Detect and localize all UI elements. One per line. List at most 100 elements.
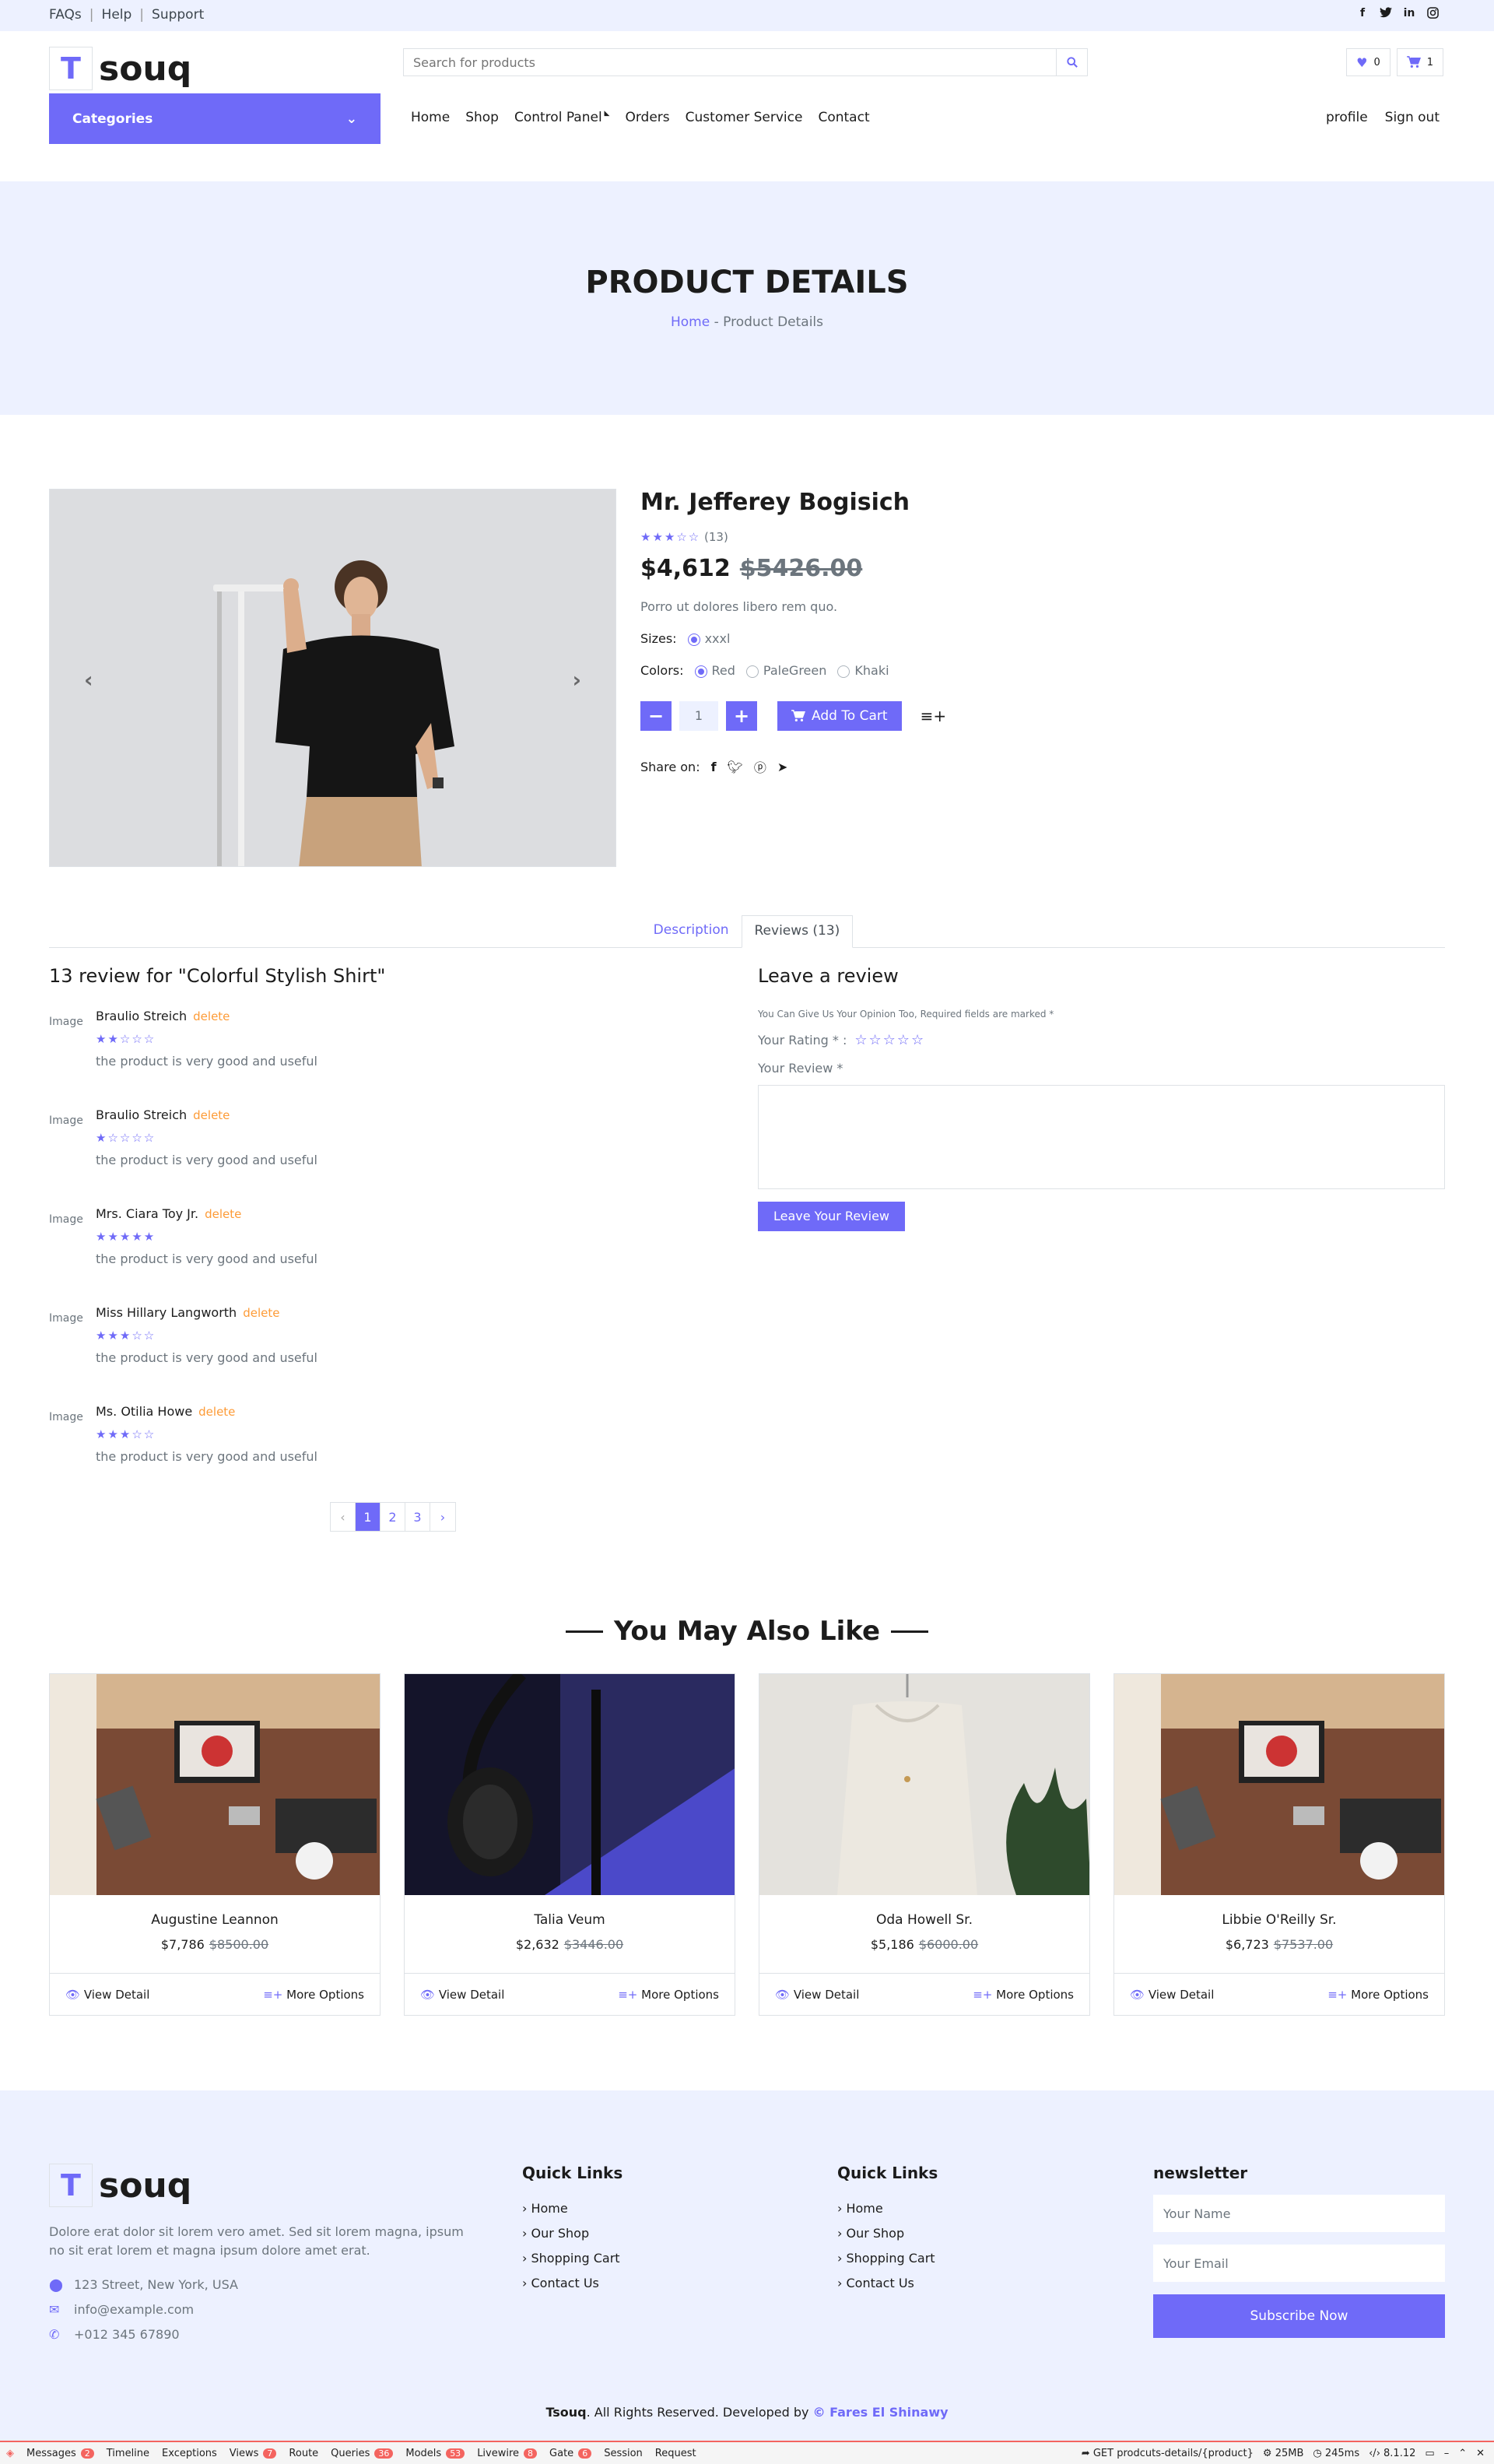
newsletter-name-input[interactable]: Your Name <box>1153 2195 1445 2232</box>
cart-button[interactable]: 1 <box>1396 48 1443 76</box>
leave-review-button[interactable]: Leave Your Review <box>758 1202 906 1231</box>
page-1[interactable]: 1 <box>356 1503 381 1531</box>
page-next[interactable]: › <box>430 1503 455 1531</box>
carousel-prev-icon[interactable]: ‹ <box>84 667 93 693</box>
nav-contact[interactable]: Contact <box>818 110 869 125</box>
product-card-image[interactable] <box>759 1674 1089 1895</box>
telegram-icon[interactable]: ➤ <box>777 760 787 774</box>
debug-tab-request[interactable]: Request <box>649 2442 703 2464</box>
quantity-plus-button[interactable]: + <box>726 701 757 731</box>
debug-tab-models[interactable]: Models 53 <box>399 2442 471 2464</box>
debug-tab-messages[interactable]: Messages 2 <box>20 2442 100 2464</box>
product-card-name[interactable]: Libbie O'Reilly Sr. <box>1114 1912 1444 1928</box>
help-link[interactable]: Help <box>102 7 132 23</box>
page-3[interactable]: 3 <box>405 1503 430 1531</box>
debug-tab-timeline[interactable]: Timeline <box>100 2442 156 2464</box>
wishlist-button[interactable]: ♥ 0 <box>1346 48 1391 76</box>
newsletter-email-input[interactable]: Your Email <box>1153 2245 1445 2282</box>
product-card-name[interactable]: Augustine Leannon <box>50 1912 380 1928</box>
footer-link-shop[interactable]: › Our Shop <box>522 2226 756 2245</box>
footer-link-contact[interactable]: › Contact Us <box>837 2276 1071 2294</box>
nav-shop[interactable]: Shop <box>465 110 499 125</box>
product-card-name[interactable]: Talia Veum <box>405 1912 735 1928</box>
color-radio[interactable] <box>745 665 759 678</box>
more-options-button[interactable]: ≡+ More Options <box>1327 1988 1429 2002</box>
delete-review-link[interactable]: delete <box>243 1306 279 1320</box>
debug-tab-session[interactable]: Session <box>598 2442 649 2464</box>
size-radio[interactable] <box>687 633 700 646</box>
twitter-icon[interactable] <box>1379 7 1393 21</box>
facebook-icon[interactable]: f <box>1355 7 1370 21</box>
delete-review-link[interactable]: delete <box>193 1108 230 1122</box>
laravel-icon[interactable]: ◈ <box>0 2442 20 2464</box>
tab-description[interactable]: Description <box>641 915 742 947</box>
linkedin-icon[interactable]: in <box>1402 7 1416 21</box>
rating-input-stars[interactable]: ☆☆☆☆☆ <box>854 1032 925 1048</box>
page-2[interactable]: 2 <box>381 1503 405 1531</box>
nav-customer-service[interactable]: Customer Service <box>686 110 803 125</box>
pinterest-icon[interactable]: ⓟ <box>754 757 766 776</box>
debug-tab-livewire[interactable]: Livewire 8 <box>471 2442 543 2464</box>
debug-tab-route[interactable]: Route <box>282 2442 324 2464</box>
add-to-cart-button[interactable]: Add To Cart <box>777 701 902 731</box>
delete-review-link[interactable]: delete <box>205 1207 241 1221</box>
footer-link-home[interactable]: › Home <box>837 2201 1071 2220</box>
page-prev[interactable]: ‹ <box>331 1503 356 1531</box>
footer-logo[interactable]: T souq <box>49 2164 191 2207</box>
view-detail-button[interactable]: 👁︎ View Detail <box>420 1988 504 2002</box>
debug-tab-exceptions[interactable]: Exceptions <box>156 2442 223 2464</box>
chevron-up-icon[interactable]: ⌃ <box>1458 2448 1467 2459</box>
more-options-button[interactable]: ≡+ More Options <box>618 1988 719 2002</box>
delete-review-link[interactable]: delete <box>193 1009 230 1023</box>
faqs-link[interactable]: FAQs <box>49 7 82 23</box>
carousel-next-icon[interactable]: › <box>572 667 581 693</box>
debug-tab-views[interactable]: Views 7 <box>223 2442 283 2464</box>
footer-link-home[interactable]: › Home <box>522 2201 756 2220</box>
minimize-icon[interactable]: – <box>1444 2448 1450 2459</box>
color-radio[interactable] <box>837 665 850 678</box>
sign-out-link[interactable]: Sign out <box>1385 110 1440 125</box>
debug-tab-gate[interactable]: Gate 6 <box>543 2442 598 2464</box>
nav-control-panel[interactable]: Control Panel ◣ <box>514 110 610 125</box>
facebook-icon[interactable]: f <box>711 760 717 774</box>
color-option-khaki[interactable]: Khaki <box>837 663 889 678</box>
product-card-image[interactable] <box>50 1674 380 1895</box>
more-options-button[interactable]: ≡+ More Options <box>263 1988 364 2002</box>
search-input[interactable] <box>404 49 1056 75</box>
nav-orders[interactable]: Orders <box>625 110 669 125</box>
footer-link-shop[interactable]: › Our Shop <box>837 2226 1071 2245</box>
add-to-list-icon[interactable]: ≡+ <box>921 707 947 725</box>
support-link[interactable]: Support <box>152 7 204 23</box>
profile-link[interactable]: profile <box>1326 110 1368 125</box>
tab-reviews[interactable]: Reviews (13) <box>741 915 854 948</box>
more-options-button[interactable]: ≡+ More Options <box>973 1988 1074 2002</box>
subscribe-button[interactable]: Subscribe Now <box>1153 2294 1445 2338</box>
view-detail-button[interactable]: 👁︎ View Detail <box>775 1988 859 2002</box>
color-option-red[interactable]: Red <box>694 663 735 678</box>
categories-dropdown[interactable]: Categories ⌄ <box>49 93 381 144</box>
quantity-minus-button[interactable]: − <box>640 701 672 731</box>
product-card-name[interactable]: Oda Howell Sr. <box>759 1912 1089 1928</box>
twitter-icon[interactable]: 🐦︎ <box>728 760 743 774</box>
product-card-image[interactable] <box>405 1674 735 1895</box>
debug-tab-queries[interactable]: Queries 36 <box>324 2442 399 2464</box>
close-icon[interactable]: ✕ <box>1476 2448 1485 2459</box>
delete-review-link[interactable]: delete <box>198 1405 235 1419</box>
footer-link-cart[interactable]: › Shopping Cart <box>837 2251 1071 2269</box>
footer-link-contact[interactable]: › Contact Us <box>522 2276 756 2294</box>
instagram-icon[interactable] <box>1426 7 1440 21</box>
product-card-image[interactable] <box>1114 1674 1444 1895</box>
quantity-input[interactable]: 1 <box>679 701 718 731</box>
review-textarea[interactable] <box>758 1085 1445 1189</box>
color-radio[interactable] <box>694 665 707 678</box>
breadcrumb-home[interactable]: Home <box>671 314 710 330</box>
footer-link-cart[interactable]: › Shopping Cart <box>522 2251 756 2269</box>
logo[interactable]: T souq <box>49 47 191 90</box>
search-button[interactable] <box>1056 49 1087 75</box>
view-detail-button[interactable]: 👁︎ View Detail <box>65 1988 149 2002</box>
size-option[interactable]: xxxl <box>687 631 730 646</box>
view-detail-button[interactable]: 👁︎ View Detail <box>1130 1988 1214 2002</box>
nav-home[interactable]: Home <box>411 110 450 125</box>
folder-icon[interactable]: ▭ <box>1425 2448 1434 2459</box>
author-link[interactable]: © Fares El Shinawy <box>813 2405 949 2420</box>
